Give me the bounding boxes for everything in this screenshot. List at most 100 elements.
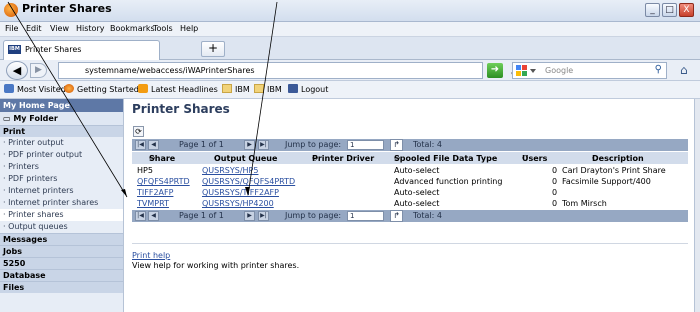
column-header-share[interactable]: Share ◇ xyxy=(149,153,175,163)
description-cell: Tom Mirsch xyxy=(562,199,607,208)
sidebar-category-5250[interactable]: 5250 xyxy=(0,257,123,269)
jump-page-input[interactable]: 1 xyxy=(347,140,384,150)
users-cell: 0 xyxy=(552,199,558,208)
scrollbar[interactable] xyxy=(694,99,700,312)
tab-label: Printer Shares xyxy=(25,45,82,54)
menu-bookmarks[interactable]: Bookmarks xyxy=(110,24,155,33)
column-header-users[interactable]: Users ◇ xyxy=(522,153,547,163)
print-help-link[interactable]: Print help xyxy=(132,251,170,260)
facebook-icon xyxy=(288,84,298,93)
sidebar-item-pdf-printers[interactable]: · PDF printers xyxy=(0,173,123,185)
search-icon[interactable]: ⚲ xyxy=(655,64,662,75)
folder-icon xyxy=(222,84,232,93)
column-header-description[interactable]: Description ◇ xyxy=(592,153,644,163)
last-page-button[interactable]: ▶| xyxy=(258,140,269,150)
share-link[interactable]: QFQFS4PRTD xyxy=(137,177,190,186)
back-button[interactable]: ◀ xyxy=(6,61,28,80)
bookmark-ibm-2[interactable]: IBM xyxy=(254,84,282,94)
first-page-button[interactable]: |◀ xyxy=(135,140,146,150)
sidebar-item-label: PDF printers xyxy=(8,174,58,183)
prev-page-button[interactable]: ◀ xyxy=(148,140,159,150)
new-tab-button[interactable]: + xyxy=(201,41,225,57)
sidebar-item-label: Printers xyxy=(8,162,39,171)
sidebar-item-label: Internet printer shares xyxy=(8,198,99,207)
jump-label: Jump to page: xyxy=(285,140,342,149)
queue-link[interactable]: QUSRSYS/TIFF2AFP xyxy=(202,188,279,197)
sidebar-item-printer-shares[interactable]: · Printer shares xyxy=(0,209,123,221)
menu-help[interactable]: Help xyxy=(180,24,198,33)
sidebar-category-database[interactable]: Database xyxy=(0,269,123,281)
menu-tools[interactable]: Tools xyxy=(153,24,173,33)
queue-link[interactable]: QUSRSYS/QFQFS4PRTD xyxy=(202,177,295,186)
queue-link[interactable]: QUSRSYS/HP4200 xyxy=(202,199,274,208)
forward-button[interactable]: ▶ xyxy=(30,63,47,78)
bookmark-label: IBM xyxy=(267,85,282,94)
sidebar-my-folder[interactable]: ▭ My Folder xyxy=(0,112,123,125)
total-label: Total: 4 xyxy=(413,211,443,220)
share-link[interactable]: TVMPRT xyxy=(137,199,169,208)
sidebar-category-messages[interactable]: Messages xyxy=(0,233,123,245)
share-link[interactable]: TIFF2AFP xyxy=(137,188,173,197)
users-cell: 0 xyxy=(552,177,558,186)
close-button[interactable]: X xyxy=(679,3,694,17)
column-header-data-type[interactable]: Spooled File Data Type ◇ xyxy=(394,153,497,163)
refresh-button[interactable]: ⟳ xyxy=(133,126,144,137)
menu-edit[interactable]: Edit xyxy=(26,24,42,33)
arrow-left-icon: ◀ xyxy=(12,64,22,77)
sidebar-home[interactable]: My Home Page xyxy=(0,99,123,112)
folder-icon xyxy=(254,84,264,93)
bookmarks-bar: Most Visited Getting Started Latest Head… xyxy=(0,81,700,99)
next-page-button[interactable]: ▶ xyxy=(244,211,255,221)
go-button[interactable]: ➜ xyxy=(487,63,503,78)
bookmark-most-visited[interactable]: Most Visited xyxy=(4,84,66,94)
menu-bar: File Edit View History Bookmarks Tools H… xyxy=(0,22,700,37)
home-icon[interactable]: ⌂ xyxy=(680,63,688,77)
google-icon[interactable] xyxy=(516,65,538,77)
tab-printer-shares[interactable]: IBM Printer Shares xyxy=(3,40,160,60)
first-page-button[interactable]: |◀ xyxy=(135,211,146,221)
queue-link[interactable]: QUSRSYS/HP5 xyxy=(202,166,258,175)
bookmark-label: Latest Headlines xyxy=(151,85,218,94)
bookmark-logout[interactable]: Logout xyxy=(288,84,328,94)
sidebar-item-internet-printers[interactable]: · Internet printers xyxy=(0,185,123,197)
sidebar-category-print[interactable]: Print xyxy=(0,125,123,137)
jump-go-button[interactable]: ↱ xyxy=(390,139,403,151)
bookmark-getting-started[interactable]: Getting Started xyxy=(64,84,139,94)
menu-view[interactable]: View xyxy=(50,24,69,33)
sidebar-item-printer-output[interactable]: · Printer output xyxy=(0,137,123,149)
last-page-button[interactable]: ▶| xyxy=(258,211,269,221)
sidebar-category-files[interactable]: Files xyxy=(0,281,123,293)
search-box[interactable]: Google ⚲ xyxy=(512,62,667,79)
sidebar-item-printers[interactable]: · Printers xyxy=(0,161,123,173)
minimize-button[interactable]: _ xyxy=(645,3,660,17)
sidebar-item-output-queues[interactable]: · Output queues xyxy=(0,221,123,233)
navigation-bar: ◀ ▶ systemname/webaccess/iWAPrinterShare… xyxy=(0,60,700,81)
sidebar-category-jobs[interactable]: Jobs xyxy=(0,245,123,257)
address-bar[interactable]: systemname/webaccess/iWAPrinterShares ▼ xyxy=(58,62,516,79)
firefox-icon xyxy=(4,3,18,17)
bookmark-label: Most Visited xyxy=(17,85,66,94)
main-content: Printer Shares ⟳ |◀ ◀ Page 1 of 1 ▶ ▶| J… xyxy=(129,99,694,312)
maximize-button[interactable]: □ xyxy=(662,3,677,17)
search-placeholder: Google xyxy=(545,66,574,75)
sidebar: My Home Page ▭ My Folder Print · Printer… xyxy=(0,99,124,312)
description-cell: Carl Drayton's Print Share xyxy=(562,166,666,175)
menu-history[interactable]: History xyxy=(76,24,104,33)
sidebar-item-pdf-printer-output[interactable]: · PDF printer output xyxy=(0,149,123,161)
users-cell: 0 xyxy=(552,188,558,197)
prev-page-button[interactable]: ◀ xyxy=(148,211,159,221)
table-row: HP5 QUSRSYS/HP5 Auto-select 0 Carl Drayt… xyxy=(132,165,688,176)
bookmark-ibm-1[interactable]: IBM xyxy=(222,84,250,94)
sidebar-item-internet-printer-shares[interactable]: · Internet printer shares xyxy=(0,197,123,209)
next-page-button[interactable]: ▶ xyxy=(244,140,255,150)
sidebar-item-label: Internet printers xyxy=(8,186,74,195)
pager-top: |◀ ◀ Page 1 of 1 ▶ ▶| Jump to page: 1 ↱ … xyxy=(132,139,688,151)
arrow-right-icon: ➜ xyxy=(490,64,500,75)
bookmark-latest-headlines[interactable]: Latest Headlines xyxy=(138,84,218,94)
jump-go-button[interactable]: ↱ xyxy=(390,210,403,222)
jump-page-input[interactable]: 1 xyxy=(347,211,384,221)
menu-file[interactable]: File xyxy=(5,24,18,33)
sidebar-folder-label: My Folder xyxy=(13,114,58,123)
column-header-printer-driver[interactable]: Printer Driver ◇ xyxy=(312,153,374,163)
column-header-output-queue[interactable]: Output Queue ◇ xyxy=(214,153,277,163)
